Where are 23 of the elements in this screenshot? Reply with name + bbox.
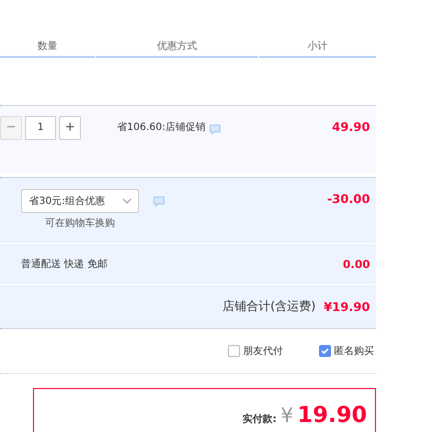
promotion-dropdown[interactable]: 省30元:组合优惠 [21, 189, 139, 213]
checkbox-option[interactable]: 匿名购买 [319, 344, 374, 358]
quantity-field[interactable]: 1 [25, 116, 56, 140]
checkbox-option[interactable]: 朋友代付 [228, 344, 283, 358]
message-icon[interactable] [209, 124, 222, 135]
payment-amount: 19.90 [297, 403, 367, 428]
discount-amount: -30.00 [327, 192, 371, 206]
shop-total-label: 店铺合计(含运费) [222, 298, 316, 315]
column-header: 小计 [259, 40, 376, 58]
increase-button[interactable]: + [59, 116, 81, 140]
subtotal: 49.90 [332, 120, 371, 134]
caret-icon [122, 198, 132, 204]
payment-label: 实付款: [242, 412, 277, 426]
column-header: 数量 [0, 40, 95, 58]
currency-sign: ¥ [280, 403, 294, 427]
exchange-note: 可在购物车换购 [45, 216, 115, 230]
check-icon [320, 346, 330, 356]
shipping-fee: 0.00 [342, 258, 371, 270]
shipping-method: 普通配送 快递 免邮 [21, 258, 108, 271]
message-icon[interactable] [153, 196, 165, 207]
column-header: 优惠方式 [96, 40, 258, 58]
promotion-text: 省106.60:店铺促销 [117, 120, 206, 134]
shop-total: ¥19.90 [324, 300, 371, 314]
